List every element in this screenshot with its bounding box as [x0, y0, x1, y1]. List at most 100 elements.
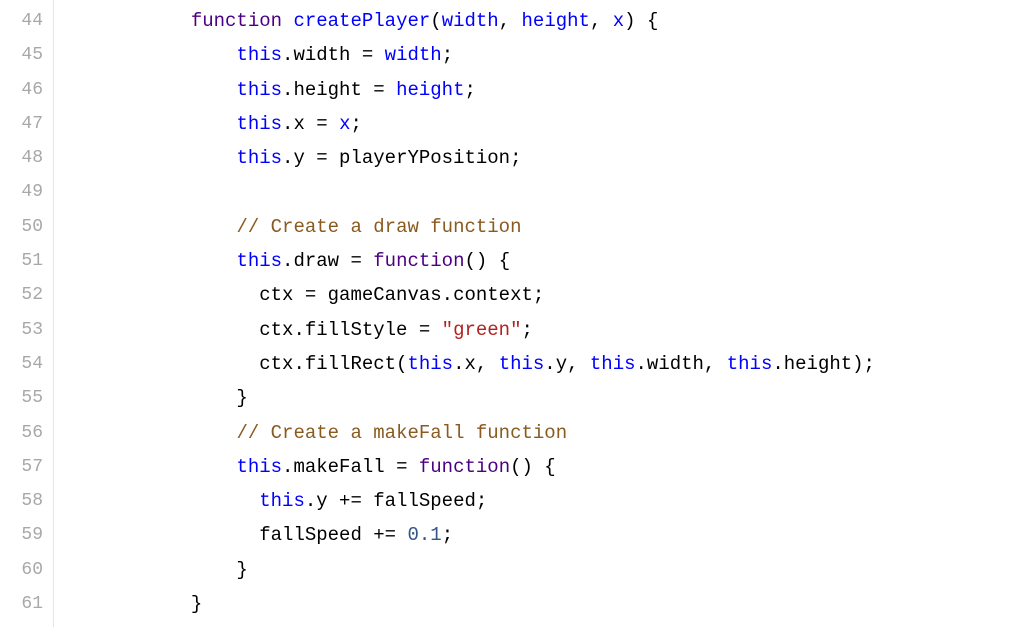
token-punc: ) { — [624, 10, 658, 32]
token-punc — [54, 216, 236, 238]
token-this: this — [407, 353, 453, 375]
token-this: this — [236, 456, 282, 478]
token-this: this — [236, 250, 282, 272]
token-prop: ctx = gameCanvas.context; — [54, 284, 544, 306]
line-number: 53 — [8, 313, 43, 347]
code-line[interactable]: function createPlayer(width, height, x) … — [54, 4, 875, 38]
token-punc: ; — [350, 113, 361, 135]
line-number: 45 — [8, 38, 43, 72]
line-number: 51 — [8, 244, 43, 278]
token-punc — [54, 456, 236, 478]
token-this: this — [236, 113, 282, 135]
code-line[interactable]: ctx = gameCanvas.context; — [54, 278, 875, 312]
token-this: this — [236, 147, 282, 169]
token-prop: ctx.fillStyle = — [54, 319, 442, 341]
token-punc: } — [54, 387, 248, 409]
line-number: 47 — [8, 107, 43, 141]
token-prop: .x, — [453, 353, 499, 375]
token-punc — [54, 113, 236, 135]
token-prop: fallSpeed += — [54, 524, 407, 546]
token-punc: ; — [442, 524, 453, 546]
code-line[interactable]: this.draw = function() { — [54, 244, 875, 278]
code-line[interactable]: // Create a makeFall function — [54, 416, 875, 450]
token-punc: () { — [464, 250, 510, 272]
token-punc — [54, 250, 236, 272]
line-number: 46 — [8, 73, 43, 107]
code-line[interactable]: ctx.fillStyle = "green"; — [54, 313, 875, 347]
token-punc: ; — [442, 44, 453, 66]
token-punc: , — [499, 10, 522, 32]
code-line[interactable]: this.y += fallSpeed; — [54, 484, 875, 518]
token-fn: createPlayer — [293, 10, 430, 32]
token-prop: .width = — [282, 44, 385, 66]
line-number: 59 — [8, 518, 43, 552]
token-prop: .y, — [544, 353, 590, 375]
token-this: this — [499, 353, 545, 375]
token-punc — [54, 79, 236, 101]
line-number: 50 — [8, 210, 43, 244]
token-kw: function — [419, 456, 510, 478]
line-number: 57 — [8, 450, 43, 484]
code-area[interactable]: function createPlayer(width, height, x) … — [54, 0, 887, 627]
token-punc — [282, 10, 293, 32]
line-number: 60 — [8, 553, 43, 587]
token-prop: .makeFall = — [282, 456, 419, 478]
token-prm: x — [339, 113, 350, 135]
line-number: 54 — [8, 347, 43, 381]
code-line[interactable]: this.width = width; — [54, 38, 875, 72]
token-prop: .y = playerYPosition; — [282, 147, 521, 169]
line-number: 56 — [8, 416, 43, 450]
code-line[interactable]: } — [54, 381, 875, 415]
code-line[interactable]: this.x = x; — [54, 107, 875, 141]
code-line[interactable]: } — [54, 553, 875, 587]
token-kw: function — [373, 250, 464, 272]
token-prm: height — [522, 10, 590, 32]
token-this: this — [727, 353, 773, 375]
token-punc: ( — [430, 10, 441, 32]
token-punc — [54, 147, 236, 169]
code-line[interactable]: this.y = playerYPosition; — [54, 141, 875, 175]
line-number: 48 — [8, 141, 43, 175]
code-line[interactable] — [54, 175, 875, 209]
token-this: this — [259, 490, 305, 512]
token-prop: .height = — [282, 79, 396, 101]
token-prop: ctx.fillRect( — [54, 353, 407, 375]
token-prm: height — [396, 79, 464, 101]
code-editor[interactable]: 444546474849505152535455565758596061 fun… — [0, 0, 1024, 627]
token-prop: .x = — [282, 113, 339, 135]
line-number: 52 — [8, 278, 43, 312]
line-number: 61 — [8, 587, 43, 621]
code-line[interactable]: this.makeFall = function() { — [54, 450, 875, 484]
token-punc — [54, 10, 191, 32]
line-number: 55 — [8, 381, 43, 415]
line-number: 44 — [8, 4, 43, 38]
line-number: 58 — [8, 484, 43, 518]
token-prm: x — [613, 10, 624, 32]
line-number-gutter: 444546474849505152535455565758596061 — [0, 0, 54, 627]
token-cmt: // Create a draw function — [236, 216, 521, 238]
token-punc: () { — [510, 456, 556, 478]
token-punc: ; — [465, 79, 476, 101]
token-punc — [54, 490, 259, 512]
token-this: this — [236, 44, 282, 66]
code-line[interactable]: } — [54, 587, 875, 621]
code-line[interactable]: this.height = height; — [54, 73, 875, 107]
line-number: 49 — [8, 175, 43, 209]
code-line[interactable]: // Create a draw function — [54, 210, 875, 244]
token-this: this — [590, 353, 636, 375]
token-prm: width — [442, 10, 499, 32]
token-punc — [54, 422, 236, 444]
token-prop: .draw = — [282, 250, 373, 272]
token-cmt: // Create a makeFall function — [236, 422, 567, 444]
token-prop: .y += fallSpeed; — [305, 490, 487, 512]
token-prop: .width, — [636, 353, 727, 375]
token-prop: .height); — [772, 353, 875, 375]
token-this: this — [236, 79, 282, 101]
token-str: "green" — [442, 319, 522, 341]
token-kw: function — [191, 10, 282, 32]
token-punc — [54, 44, 236, 66]
token-punc: } — [54, 593, 202, 615]
code-line[interactable]: ctx.fillRect(this.x, this.y, this.width,… — [54, 347, 875, 381]
code-line[interactable]: fallSpeed += 0.1; — [54, 518, 875, 552]
token-punc: ; — [522, 319, 533, 341]
